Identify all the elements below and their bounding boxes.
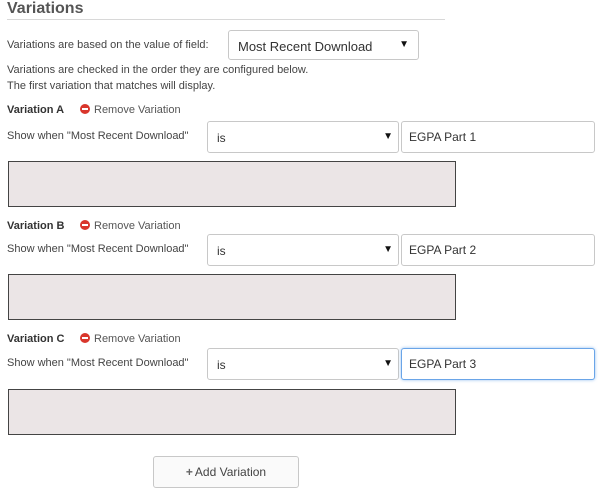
minus-circle-icon	[80, 333, 90, 343]
show-when-label-c: Show when "Most Recent Download"	[7, 357, 189, 369]
remove-variation-label: Remove Variation	[94, 333, 181, 345]
value-input-b[interactable]	[401, 234, 595, 266]
value-input-a[interactable]	[401, 121, 595, 153]
section-divider	[7, 19, 445, 20]
operator-select-value: is	[217, 131, 226, 145]
operator-select-value: is	[217, 358, 226, 372]
caret-down-icon: ▼	[399, 39, 409, 50]
based-on-label: Variations are based on the value of fie…	[7, 39, 209, 51]
variation-field-select[interactable]: Most Recent Download ▼	[228, 30, 419, 60]
add-variation-label: Add Variation	[194, 465, 267, 479]
variation-b-title: Variation B	[7, 220, 65, 232]
minus-circle-icon	[80, 104, 90, 114]
variation-c-content-box[interactable]	[8, 389, 456, 435]
add-variation-button[interactable]: + Add Variation	[153, 456, 299, 488]
caret-down-icon: ▼	[383, 244, 393, 255]
remove-variation-label: Remove Variation	[94, 220, 181, 232]
operator-select-value: is	[217, 244, 226, 258]
show-when-label-b: Show when "Most Recent Download"	[7, 243, 189, 255]
variation-a-title: Variation A	[7, 104, 65, 116]
caret-down-icon: ▼	[383, 131, 393, 142]
variation-a-content-box[interactable]	[8, 161, 456, 207]
info-text-order: Variations are checked in the order they…	[7, 64, 309, 76]
remove-variation-label: Remove Variation	[94, 104, 181, 116]
remove-variation-c-button[interactable]: Remove Variation	[80, 333, 181, 345]
operator-select-c[interactable]: is ▼	[207, 348, 399, 380]
variation-c-title: Variation C	[7, 333, 65, 345]
variation-b-content-box[interactable]	[8, 274, 456, 320]
minus-circle-icon	[80, 220, 90, 230]
section-title: Variations	[7, 0, 84, 17]
operator-select-b[interactable]: is ▼	[207, 234, 399, 266]
remove-variation-a-button[interactable]: Remove Variation	[80, 104, 181, 116]
show-when-label-a: Show when "Most Recent Download"	[7, 130, 189, 142]
caret-down-icon: ▼	[383, 358, 393, 369]
plus-icon: +	[185, 465, 193, 479]
remove-variation-b-button[interactable]: Remove Variation	[80, 220, 181, 232]
value-input-c[interactable]	[401, 348, 595, 380]
field-select-value: Most Recent Download	[238, 39, 373, 54]
info-text-first-match: The first variation that matches will di…	[7, 80, 216, 92]
operator-select-a[interactable]: is ▼	[207, 121, 399, 153]
